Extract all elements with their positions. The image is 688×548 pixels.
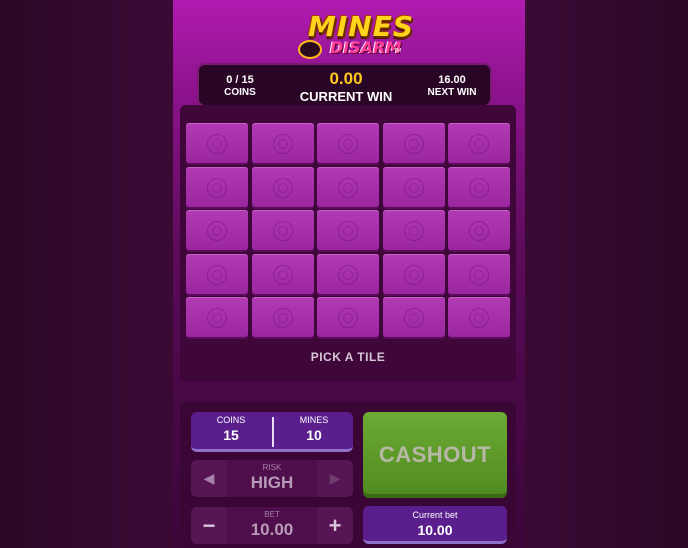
tile-emblem-icon [469,308,489,328]
mine-tile[interactable] [382,210,445,250]
current-bet-panel: Current bet 10.00 [363,506,507,544]
mine-tile[interactable] [251,253,314,294]
tile-emblem-icon [207,308,227,328]
bet-label: BET [264,510,280,519]
mine-tile[interactable] [186,210,248,250]
bet-selector: − BET 10.00 + [191,507,353,544]
risk-right-arrow-icon[interactable]: ▶ [317,460,353,497]
tile-emblem-icon [469,264,489,285]
risk-selector: ◀ RISK HIGH ▶ [191,460,353,497]
bet-minus-button[interactable]: − [191,507,227,544]
mines-setting-value: 10 [306,427,322,443]
coins-label: COINS [224,87,256,98]
mines-setting-label: MINES [299,415,329,425]
tile-emblem-icon [338,177,358,198]
current-bet-value: 10.00 [417,522,453,538]
mine-tile[interactable] [317,210,379,250]
risk-display: RISK HIGH [227,463,317,493]
pick-a-tile-prompt: PICK A TILE [310,350,386,364]
coins-mines-panel: COINS 15 MINES 10 [191,412,353,452]
tile-emblem-icon [338,308,358,328]
mines-setting: MINES 10 [274,415,354,443]
next-win-label: NEXT WIN [427,87,477,98]
tile-emblem-icon [338,221,358,241]
tile-emblem-icon [338,134,358,154]
mine-tile[interactable] [251,210,314,250]
mine-tile[interactable] [186,297,248,337]
mine-tile[interactable] [251,297,314,337]
mine-tile[interactable] [317,297,379,337]
tile-emblem-icon [338,264,358,285]
coins-setting-label: COINS [216,415,246,425]
tile-emblem-icon [207,177,227,198]
cashout-button[interactable]: CASHOUT [363,412,507,498]
bet-plus-button[interactable]: + [317,507,353,544]
tile-emblem-icon [469,177,489,198]
tile-emblem-icon [272,134,293,154]
tile-emblem-icon [403,308,424,328]
mine-tile[interactable] [382,297,445,337]
coins-setting-value: 15 [223,427,239,443]
tile-emblem-icon [403,221,424,241]
mine-tile[interactable] [317,253,379,294]
risk-value: HIGH [250,473,294,492]
current-win-label: CURRENT WIN [299,89,393,104]
current-bet-label: Current bet [412,510,458,520]
coins-progress: 0 / 15 [226,74,254,86]
coins-setting: COINS 15 [191,415,271,443]
mine-tile[interactable] [448,253,510,294]
current-win-value: 0.00 [329,69,363,88]
tile-emblem-icon [403,177,424,198]
tile-emblem-icon [272,264,293,285]
tile-emblem-icon [403,134,424,154]
tile-emblem-icon [207,134,227,154]
bet-display: BET 10.00 [227,510,317,540]
game-logo: MINES DISARM TM [298,8,413,59]
risk-label: RISK [262,463,282,472]
risk-left-arrow-icon[interactable]: ◀ [191,460,227,497]
mine-tile[interactable] [448,210,510,250]
next-win-stat: 16.00 NEXT WIN [421,74,483,98]
mine-tile[interactable] [448,123,510,163]
tile-emblem-icon [207,221,227,241]
tile-emblem-icon [469,134,489,154]
next-win-value: 16.00 [438,74,466,86]
mine-tile[interactable] [448,166,510,207]
mine-tile[interactable] [251,166,314,207]
logo-subtitle: DISARM [330,38,402,57]
mine-tile[interactable] [382,166,445,207]
mine-tile[interactable] [251,123,314,163]
coins-stat: 0 / 15 COINS [209,74,271,98]
tile-emblem-icon [272,177,293,198]
tile-emblem-icon [272,308,293,328]
mine-tile[interactable] [186,253,248,294]
tile-emblem-icon [403,264,424,285]
tile-emblem-icon [207,264,227,285]
mine-tile[interactable] [448,297,510,337]
bet-value: 10.00 [250,520,294,539]
trademark: TM [394,48,402,54]
tile-emblem-icon [272,221,293,241]
tile-emblem-icon [469,221,489,241]
mine-tile[interactable] [186,166,248,207]
mine-tile[interactable] [382,123,445,163]
mine-tile[interactable] [186,123,248,163]
current-win-stat: 0.00 CURRENT WIN [291,69,401,104]
mine-tile[interactable] [317,123,379,163]
mine-tile[interactable] [382,253,445,294]
stats-bar: 0 / 15 COINS 0.00 CURRENT WIN 16.00 NEXT… [197,63,492,107]
mine-tile[interactable] [317,166,379,207]
